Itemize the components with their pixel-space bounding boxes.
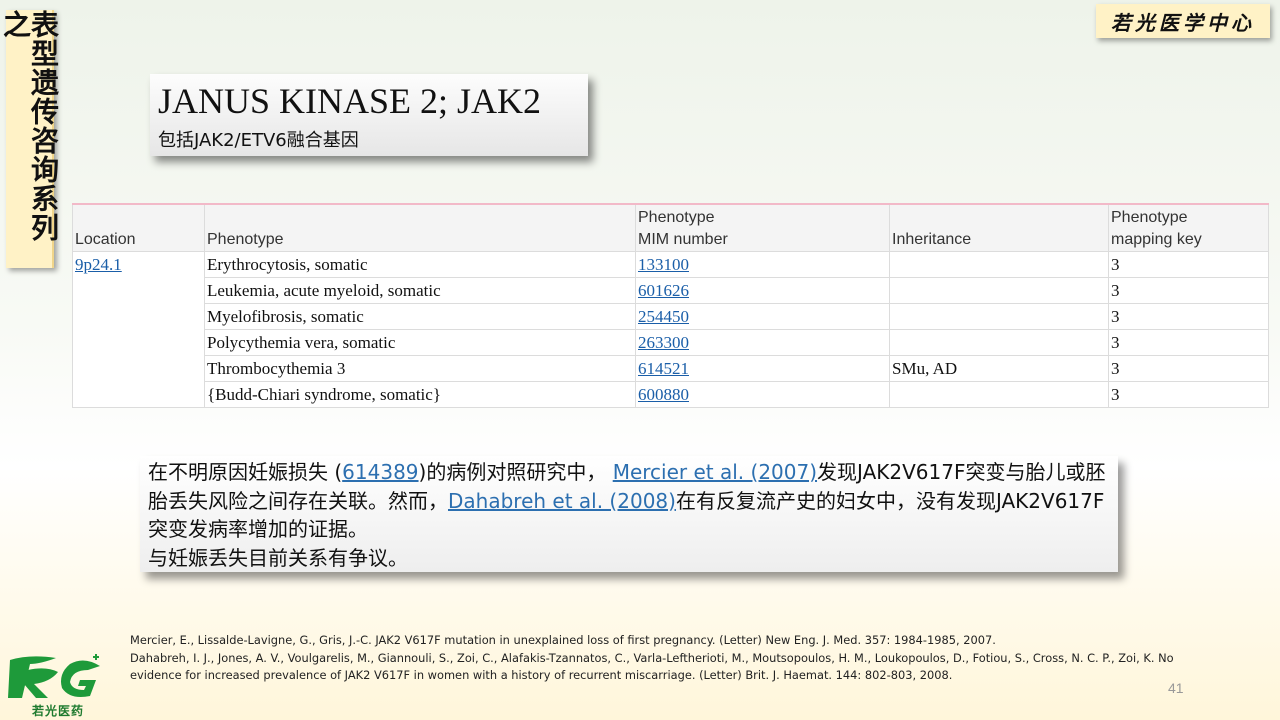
- table-row: Polycythemia vera, somatic 263300 3: [73, 329, 1269, 356]
- mim-cell: 263300: [635, 329, 890, 356]
- logo-text: 若光医药: [31, 704, 84, 718]
- location-link[interactable]: 9p24.1: [75, 255, 122, 274]
- mim-cell: 133100: [635, 251, 890, 278]
- header-phenotype: Phenotype: [204, 203, 636, 252]
- phenotype-table: Location Phenotype Phenotype MIM number I…: [72, 203, 1269, 408]
- header-mim: Phenotype MIM number: [635, 203, 890, 252]
- references: Mercier, E., Lissalde-Lavigne, G., Gris,…: [130, 632, 1190, 685]
- mapping-key-cell: 3: [1108, 381, 1269, 408]
- reference-item: Mercier, E., Lissalde-Lavigne, G., Gris,…: [130, 633, 996, 647]
- series-title: 表型遗传咨询系列之: [0, 10, 60, 242]
- phenotype-cell: Polycythemia vera, somatic: [204, 329, 636, 356]
- table-row: Thrombocythemia 3 614521 SMu, AD 3: [73, 355, 1269, 382]
- mim-cell: 600880: [635, 381, 890, 408]
- mim-link[interactable]: 254450: [638, 307, 689, 326]
- reference-item: Dahabreh, I. J., Jones, A. V., Voulgarel…: [130, 650, 1174, 683]
- inheritance-cell: [889, 277, 1109, 304]
- series-side-banner: 表型遗传咨询系列之: [0, 10, 60, 268]
- mim-cell: 254450: [635, 303, 890, 330]
- phenotype-cell: {Budd-Chiari syndrome, somatic}: [204, 381, 636, 408]
- location-cell: 9p24.1: [72, 251, 205, 408]
- mapping-key-cell: 3: [1108, 303, 1269, 330]
- phenotype-cell: Leukemia, acute myeloid, somatic: [204, 277, 636, 304]
- mim-link[interactable]: 133100: [638, 255, 689, 274]
- mapping-key-cell: 3: [1108, 251, 1269, 278]
- page-title: JANUS KINASE 2; JAK2: [158, 81, 542, 121]
- table-row: Leukemia, acute myeloid, somatic 601626 …: [73, 277, 1269, 304]
- mapping-key-cell: 3: [1108, 277, 1269, 304]
- mim-link[interactable]: 601626: [638, 281, 689, 300]
- header-inheritance: Inheritance: [889, 203, 1109, 252]
- mim-link[interactable]: 263300: [638, 333, 689, 352]
- table-row: 9p24.1 Erythrocytosis, somatic 133100 3: [72, 251, 1269, 408]
- header-location: Location: [72, 203, 205, 252]
- inheritance-cell: SMu, AD: [889, 355, 1109, 382]
- mim-cell: 614521: [635, 355, 890, 382]
- inheritance-cell: [889, 251, 1109, 278]
- dahabreh-link[interactable]: Dahabreh et al. (2008): [448, 489, 676, 513]
- mapping-key-cell: 3: [1108, 329, 1269, 356]
- page-number: 41: [1168, 680, 1184, 696]
- header-mapping-key: Phenotype mapping key: [1108, 203, 1269, 252]
- mercier-link[interactable]: Mercier et al. (2007): [613, 460, 817, 484]
- summary-note-box: 在不明原因妊娠损失 (614389)的病例对照研究中， Mercier et a…: [140, 456, 1118, 572]
- phenotype-cell: Thrombocythemia 3: [204, 355, 636, 382]
- mim-cell: 601626: [635, 277, 890, 304]
- title-box: JANUS KINASE 2; JAK2 包括JAK2/ETV6融合基因: [150, 74, 588, 156]
- center-badge: 若光医学中心: [1096, 4, 1270, 38]
- inheritance-cell: [889, 303, 1109, 330]
- phenotype-cell: Myelofibrosis, somatic: [204, 303, 636, 330]
- inheritance-cell: [889, 329, 1109, 356]
- mim-link[interactable]: 600880: [638, 385, 689, 404]
- mim-link[interactable]: 614521: [638, 359, 689, 378]
- table-header-row: Location Phenotype Phenotype MIM number I…: [72, 203, 1269, 252]
- page-subtitle: 包括JAK2/ETV6融合基因: [158, 130, 359, 151]
- mapping-key-cell: 3: [1108, 355, 1269, 382]
- phenotype-cell: Erythrocytosis, somatic: [204, 251, 636, 278]
- omim-link[interactable]: 614389: [342, 460, 418, 484]
- table-row: Myelofibrosis, somatic 254450 3: [73, 303, 1269, 330]
- summary-note: 在不明原因妊娠损失 (614389)的病例对照研究中， Mercier et a…: [148, 460, 1106, 570]
- summary-conclusion: 与妊娠丢失目前关系有争议。: [148, 545, 408, 570]
- table-row: {Budd-Chiari syndrome, somatic} 600880 3: [73, 381, 1269, 408]
- inheritance-cell: [889, 381, 1109, 408]
